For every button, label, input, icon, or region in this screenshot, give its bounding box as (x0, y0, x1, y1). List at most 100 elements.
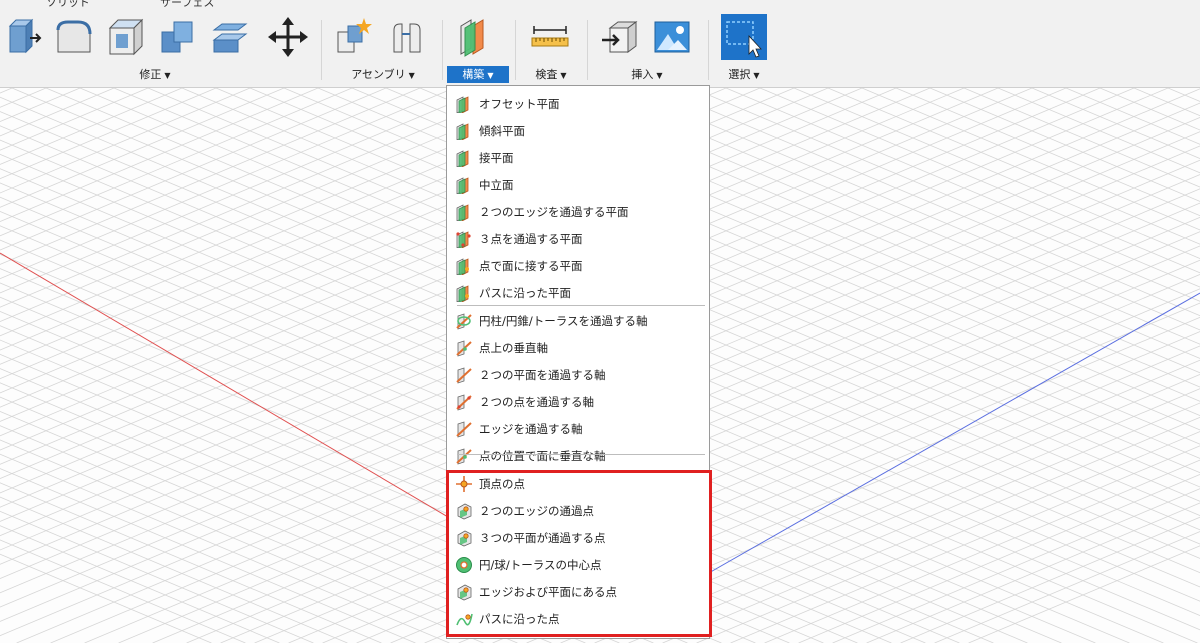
menu-item-label: ２つのエッジを通過する平面 (479, 204, 629, 219)
menu-item-point-through-three-planes[interactable]: ３つの平面が通過する点 (451, 524, 705, 551)
grid-line (0, 539, 246, 643)
menu-item-label: 中立面 (479, 177, 514, 192)
menu-item-label: オフセット平面 (479, 96, 560, 111)
plane-tangent-at-point-icon (455, 257, 473, 276)
grid-line (0, 88, 251, 194)
group-insert[interactable]: 挿入 ▼ (612, 66, 682, 83)
plane-through-three-points-icon (455, 230, 473, 249)
menu-item-label: 点上の垂直軸 (479, 340, 548, 355)
window-select-icon[interactable] (721, 14, 767, 60)
menu-item-tangent-plane[interactable]: 接平面 (451, 144, 705, 171)
menu-item-label: ２つの点を通過する軸 (479, 394, 594, 409)
axis-perpendicular-at-point-icon (455, 339, 473, 357)
axis-perpendicular-to-face-icon (455, 447, 473, 465)
menu-item-label: 円/球/トーラスの中心点 (479, 557, 602, 572)
menu-item-offset-plane[interactable]: オフセット平面 (451, 90, 705, 117)
grid-line (0, 88, 387, 251)
grid-line (895, 88, 1200, 217)
group-insert-label: 挿入 (631, 68, 654, 81)
group-assemble-label: アセンブリ (351, 68, 406, 81)
press-pull-icon[interactable] (4, 16, 44, 58)
fillet-icon[interactable] (54, 16, 94, 58)
grid-line (0, 88, 455, 280)
grid-line (0, 453, 450, 643)
new-component-icon[interactable] (334, 16, 374, 58)
insert-image-icon[interactable] (652, 16, 692, 58)
group-inspect[interactable]: 検査 ▼ (520, 66, 582, 83)
move-icon[interactable] (268, 16, 308, 58)
menu-item-label: ３つの平面が通過する点 (479, 530, 606, 545)
axis-through-cylinder-icon (455, 312, 473, 330)
chevron-down-icon: ▼ (753, 71, 760, 80)
insert-derive-icon[interactable] (600, 16, 640, 58)
menu-item-axis-through-two-points[interactable]: ２つの点を通過する軸 (451, 388, 705, 415)
construct-dropdown-menu: オフセット平面 傾斜平面 接平面 中立面 ２つのエッジを通過する平面 ３点を通過する平面点… (446, 85, 710, 639)
group-construct[interactable]: 構築 ▼ (447, 66, 509, 83)
menu-item-plane-along-path[interactable]: パスに沿った平面 (451, 279, 705, 306)
menu-item-axis-perpendicular-at-point[interactable]: 点上の垂直軸 (451, 334, 705, 361)
point-at-center-icon (455, 556, 473, 574)
offset-plane-icon[interactable] (455, 16, 495, 58)
menu-item-label: 傾斜平面 (479, 123, 525, 138)
menu-item-midplane[interactable]: 中立面 (451, 171, 705, 198)
menu-item-label: 円柱/円錐/トーラスを通過する軸 (479, 313, 648, 328)
menu-item-label: パスに沿った平面 (479, 285, 571, 300)
menu-item-label: ２つのエッジの通過点 (479, 503, 594, 518)
grid-line (691, 88, 1200, 302)
measure-icon[interactable] (530, 16, 570, 58)
toolbar-separator (587, 20, 588, 80)
menu-item-point-along-path[interactable]: パスに沿った点 (451, 605, 705, 632)
group-inspect-label: 検査 (535, 68, 558, 81)
menu-item-label: 接平面 (479, 150, 514, 165)
menu-item-point-at-center[interactable]: 円/球/トーラスの中心点 (451, 551, 705, 578)
axis-through-two-planes-icon (455, 366, 473, 384)
shell-icon[interactable] (106, 16, 146, 58)
menu-item-point-through-two-edges[interactable]: ２つのエッジの通過点 (451, 497, 705, 524)
toolbar: ソリッド サーフェス 修正 ▼ アセンブリ ▼ 構築 ▼ 検査 ▼ 挿入 ▼ 選… (0, 0, 1200, 88)
plane-through-two-edges-icon (455, 203, 473, 222)
menu-item-label: 点の位置で面に垂直な軸 (479, 448, 606, 463)
point-at-vertex-icon (455, 475, 473, 493)
joint-icon[interactable] (386, 16, 426, 58)
menu-item-label: ２つの平面を通過する軸 (479, 367, 606, 382)
menu-item-axis-perpendicular-to-face[interactable]: 点の位置で面に垂直な軸 (451, 442, 705, 469)
chevron-down-icon: ▼ (560, 71, 567, 80)
menu-item-axis-through-edge[interactable]: エッジを通過する軸 (451, 415, 705, 442)
menu-item-axis-through-cylinder[interactable]: 円柱/円錐/トーラスを通過する軸 (451, 307, 705, 334)
combine-icon[interactable] (158, 16, 198, 58)
z-axis-line (699, 292, 1200, 579)
grid-line (827, 88, 1200, 245)
menu-item-point-at-vertex[interactable]: 頂点の点 (451, 470, 705, 497)
toolbar-separator (442, 20, 443, 80)
group-modify-label: 修正 (139, 68, 162, 81)
group-select[interactable]: 選択 ▼ (712, 66, 776, 83)
point-edge-and-plane-icon (455, 583, 473, 601)
grid-line (0, 525, 280, 643)
offset-plane-icon (455, 95, 473, 114)
toolbar-separator (515, 20, 516, 80)
menu-item-label: パスに沿った点 (479, 611, 560, 626)
chevron-down-icon: ▼ (487, 71, 494, 80)
tab-surface[interactable]: サーフェス (160, 0, 214, 10)
axis-through-two-points-icon (455, 393, 473, 411)
menu-item-plane-through-two-edges[interactable]: ２つのエッジを通過する平面 (451, 198, 705, 225)
group-select-label: 選択 (728, 68, 751, 81)
chevron-down-icon: ▼ (408, 71, 415, 80)
point-through-two-edges-icon (455, 502, 473, 520)
menu-item-plane-through-three-points[interactable]: ３点を通過する平面 (451, 225, 705, 252)
offset-face-icon[interactable] (210, 16, 250, 58)
chevron-down-icon: ▼ (164, 71, 171, 80)
chevron-down-icon: ▼ (656, 71, 663, 80)
group-assemble[interactable]: アセンブリ ▼ (340, 66, 426, 83)
tab-solid[interactable]: ソリッド (46, 0, 90, 10)
axis-through-edge-icon (455, 420, 473, 438)
menu-item-plane-at-angle[interactable]: 傾斜平面 (451, 117, 705, 144)
grid-line (0, 439, 484, 643)
menu-item-point-edge-and-plane[interactable]: エッジおよび平面にある点 (451, 578, 705, 605)
menu-item-axis-through-two-planes[interactable]: ２つの平面を通過する軸 (451, 361, 705, 388)
menu-item-label: 頂点の点 (479, 476, 525, 491)
group-modify[interactable]: 修正 ▼ (120, 66, 190, 83)
toolbar-separator (321, 20, 322, 80)
plane-at-angle-icon (455, 122, 473, 141)
menu-item-plane-tangent-at-point[interactable]: 点で面に接する平面 (451, 252, 705, 279)
